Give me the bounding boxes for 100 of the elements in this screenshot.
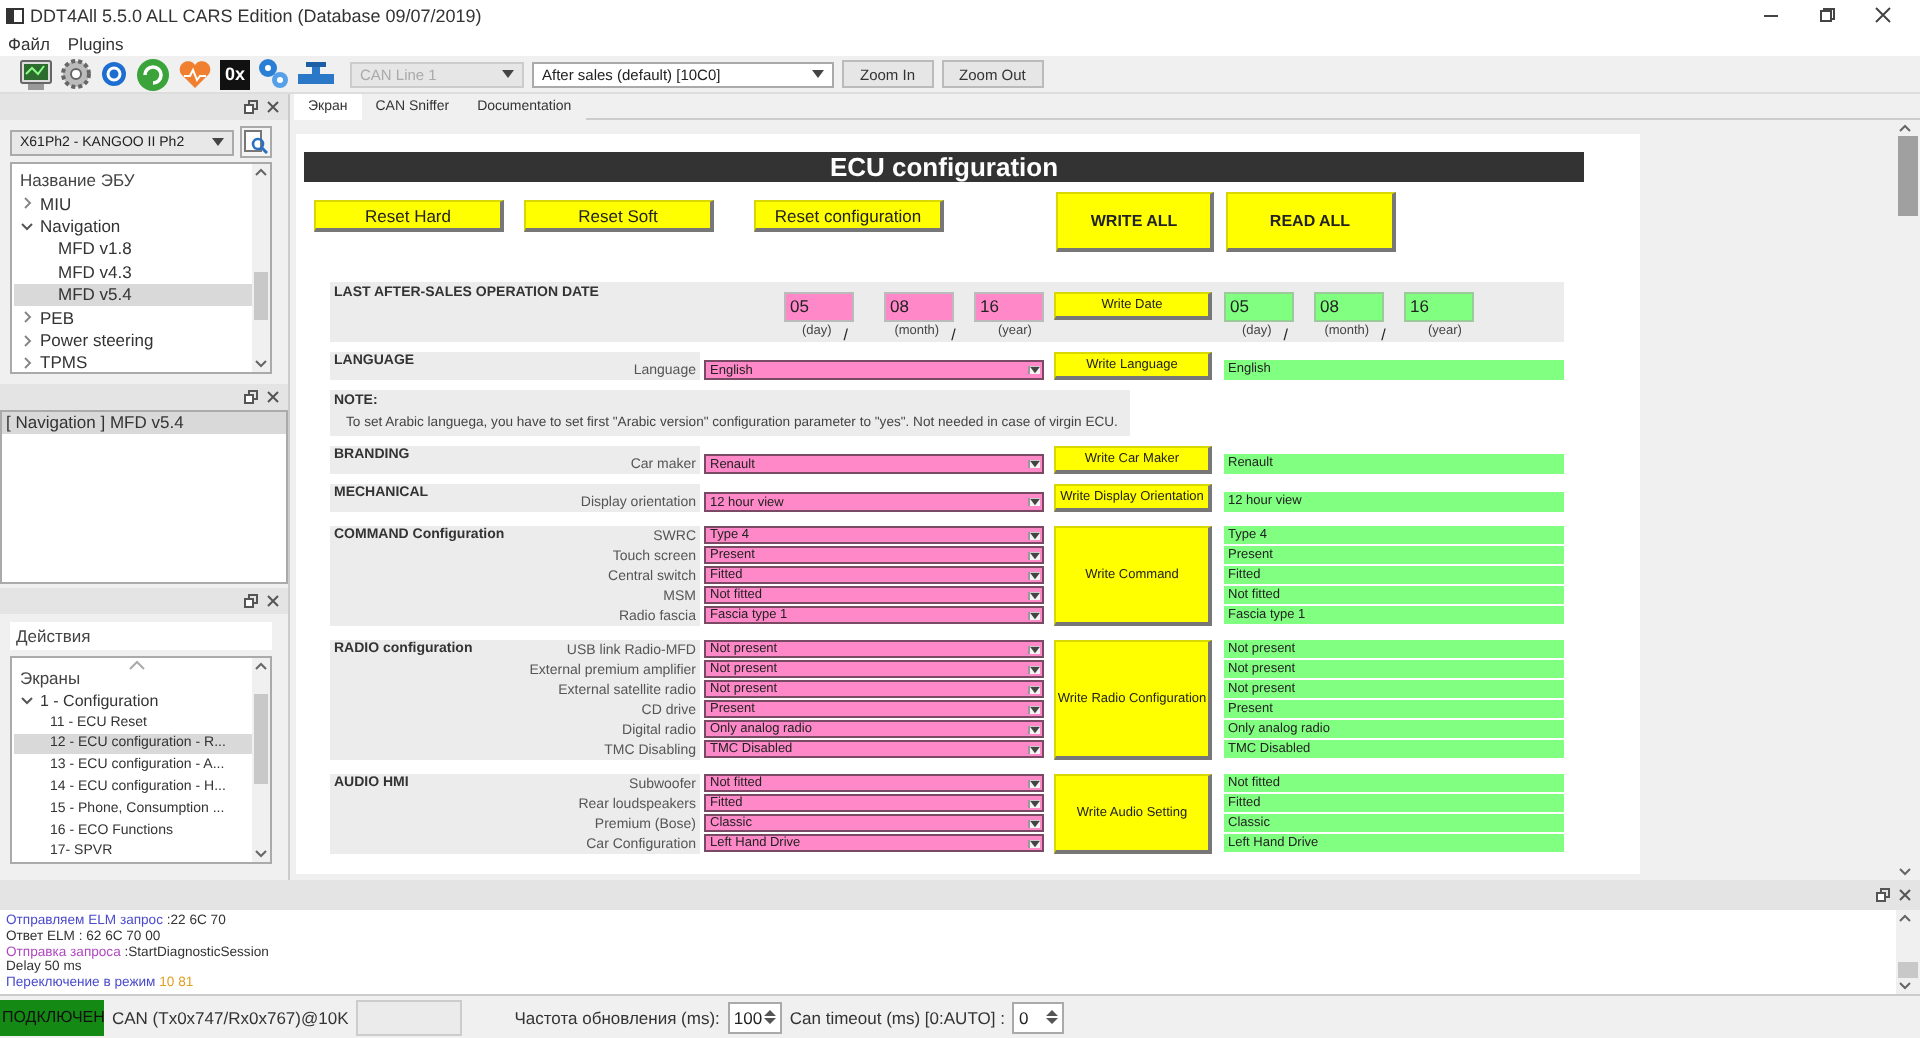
action-button[interactable]: Reset Hard (314, 200, 504, 232)
chevron-right-icon[interactable] (20, 355, 34, 370)
close-icon[interactable] (1874, 6, 1892, 24)
refresh-label: Частота обновления (ms): (514, 1007, 720, 1027)
input-field[interactable]: 16 (974, 292, 1044, 322)
app-icon (6, 7, 24, 23)
dropdown-arrow-icon[interactable] (1028, 591, 1040, 599)
heart-icon[interactable] (178, 59, 212, 89)
dropdown-arrow-icon[interactable] (212, 138, 224, 146)
float-icon[interactable] (244, 390, 258, 404)
dropdown-arrow-icon[interactable] (1028, 725, 1040, 733)
dropdown-arrow-icon[interactable] (1028, 799, 1040, 807)
menu-item[interactable]: Файл (8, 33, 50, 53)
gear-icon[interactable] (60, 58, 92, 90)
actions-field[interactable]: Действия (10, 622, 272, 650)
valve-icon[interactable] (298, 59, 334, 89)
dropdown-arrow-icon[interactable] (1028, 839, 1040, 847)
scrollbar[interactable] (1896, 910, 1920, 994)
spin-arrows-icon[interactable] (1046, 1008, 1059, 1026)
circle-arrows-icon[interactable] (100, 60, 128, 88)
separator: / (1283, 326, 1289, 344)
chevron-right-icon[interactable] (20, 196, 34, 211)
tree-item[interactable]: MIU (14, 192, 252, 215)
float-icon[interactable] (244, 100, 258, 114)
refresh-icon[interactable] (136, 57, 170, 91)
scrollbar-thumb[interactable] (1898, 136, 1918, 217)
tree-item[interactable]: MFD v5.4 (14, 283, 252, 306)
input-field[interactable]: 05 (784, 292, 854, 322)
dropdown-arrow-icon[interactable] (1028, 571, 1040, 579)
tree-item[interactable]: MFD v4.3 (14, 260, 252, 284)
action-button[interactable]: Reset configuration (754, 200, 944, 232)
separator: / (843, 326, 849, 344)
close-icon[interactable] (266, 100, 280, 114)
action-button[interactable]: WRITE ALL (1056, 192, 1214, 252)
chevron-right-icon[interactable] (20, 310, 34, 325)
separator: / (1381, 326, 1386, 344)
scroll-down-icon[interactable] (252, 846, 270, 862)
scrollbar[interactable] (252, 658, 270, 862)
spin-box[interactable]: 100 (727, 1001, 782, 1033)
tree-item[interactable]: PEB (14, 305, 252, 329)
close-icon[interactable] (266, 390, 280, 404)
read-value: 16 (1404, 292, 1474, 322)
dropdown-arrow-icon[interactable] (1028, 460, 1040, 468)
scroll-down-icon[interactable] (252, 356, 270, 372)
tree-item[interactable]: Navigation (14, 214, 252, 238)
scroll-up-icon[interactable] (1896, 120, 1914, 136)
dropdown-arrow-icon[interactable] (812, 70, 824, 78)
separator: / (951, 326, 956, 344)
scroll-down-icon[interactable] (1896, 864, 1914, 880)
dropdown-arrow-icon[interactable] (1028, 665, 1040, 673)
list-item[interactable]: [ Navigation ] MFD v5.4 (2, 412, 286, 434)
dropdown-arrow-icon[interactable] (1028, 551, 1040, 559)
search-button[interactable] (240, 126, 272, 158)
close-icon[interactable] (266, 594, 280, 608)
read-value: 05 (1224, 292, 1294, 322)
action-button[interactable]: Reset Soft (524, 200, 714, 232)
float-icon[interactable] (244, 594, 258, 608)
timeout-label: Can timeout (ms) [0:AUTO] : (789, 1007, 1005, 1027)
connection-status: ПОДКЛЮЧЕН (0, 999, 104, 1035)
chevron-down-icon[interactable] (20, 693, 34, 708)
tree-item[interactable]: TPMS (14, 351, 252, 372)
scrollbar-thumb[interactable] (1898, 962, 1918, 978)
monitor-icon[interactable] (20, 59, 52, 89)
chevron-down-icon[interactable] (20, 219, 34, 234)
scroll-down-icon[interactable] (1896, 978, 1914, 994)
dropdown-arrow-icon[interactable] (1028, 645, 1040, 653)
screen-title: ECU configuration (304, 152, 1584, 182)
action-button[interactable]: READ ALL (1226, 192, 1396, 252)
dropdown-arrow-icon[interactable] (1028, 745, 1040, 753)
dropdown-arrow-icon[interactable] (1028, 611, 1040, 619)
can-info: CAN (Tx0x747/Rx0x767)@10K (112, 1007, 349, 1027)
scrollbar[interactable] (252, 164, 270, 372)
close-icon[interactable] (1898, 888, 1912, 902)
float-icon[interactable] (1876, 888, 1890, 902)
tree-item[interactable]: 1 - Configuration (14, 690, 252, 712)
dropdown-arrow-icon[interactable] (1028, 779, 1040, 787)
scrollbar-thumb[interactable] (254, 694, 268, 785)
gears-icon[interactable] (258, 57, 290, 91)
scroll-up-icon[interactable] (252, 658, 270, 674)
scroll-up-icon[interactable] (1896, 910, 1914, 926)
dropdown-arrow-icon[interactable] (1028, 498, 1040, 506)
window-title: DDT4All 5.5.0 ALL CARS Edition (Database 09/07/2019) (30, 5, 484, 25)
restore-icon[interactable] (1818, 6, 1836, 24)
scrollbar-thumb[interactable] (254, 271, 268, 321)
chevron-right-icon[interactable] (20, 333, 34, 348)
tree-header: Название ЭБУ (18, 168, 137, 192)
hex-button[interactable]: 0x (220, 59, 250, 89)
input-field[interactable]: 08 (884, 292, 954, 322)
tree-item[interactable]: Power steering (14, 328, 252, 352)
tree-item[interactable]: MFD v1.8 (14, 237, 252, 261)
dropdown-arrow-icon[interactable] (1028, 705, 1040, 713)
dropdown-arrow-icon[interactable] (1028, 685, 1040, 693)
dropdown-arrow-icon[interactable] (1028, 819, 1040, 827)
dropdown-arrow-icon[interactable] (1028, 531, 1040, 539)
spin-arrows-icon[interactable] (763, 1008, 776, 1026)
scrollbar[interactable] (1896, 120, 1920, 880)
spin-box[interactable]: 0 (1012, 1001, 1065, 1033)
scroll-up-icon[interactable] (252, 164, 270, 180)
menu-item[interactable]: Plugins (67, 33, 124, 53)
dropdown-arrow-icon[interactable] (1028, 366, 1040, 374)
